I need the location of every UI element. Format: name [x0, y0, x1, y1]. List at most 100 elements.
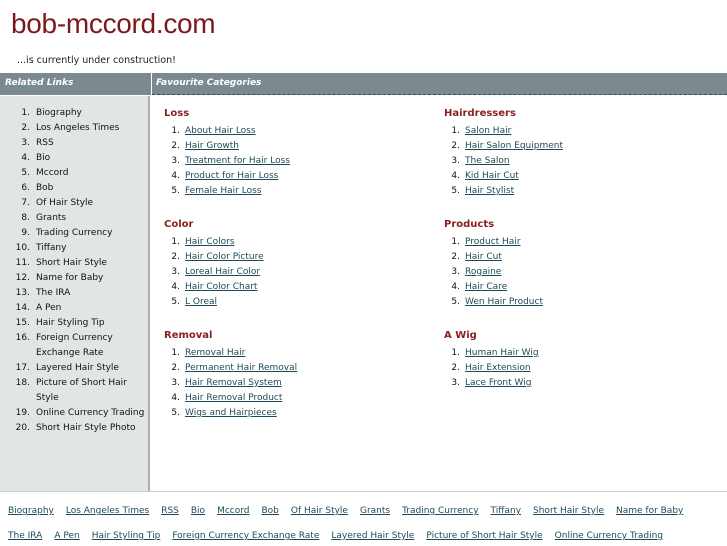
- footer-link[interactable]: A Pen: [54, 526, 79, 546]
- sidebar-item-label[interactable]: Online Currency Trading: [36, 408, 144, 418]
- sidebar-item[interactable]: 15. Hair Styling Tip: [0, 316, 148, 331]
- footer: Biography Los Angeles Times RSS Bio Mccord Bo…: [0, 491, 727, 546]
- category-link[interactable]: Hair Stylist: [465, 186, 514, 196]
- sidebar-item-label[interactable]: Grants: [36, 213, 66, 223]
- category-link[interactable]: Wen Hair Product: [465, 297, 543, 307]
- footer-link[interactable]: Of Hair Style: [291, 501, 348, 522]
- footer-link[interactable]: RSS: [161, 501, 179, 522]
- category-link[interactable]: Kid Hair Cut: [465, 171, 519, 181]
- sidebar-item-label[interactable]: Bio: [36, 153, 50, 163]
- sidebar-item[interactable]: 9. Trading Currency: [0, 226, 148, 241]
- footer-link[interactable]: Mccord: [217, 501, 249, 522]
- sidebar-item-label[interactable]: Hair Styling Tip: [36, 318, 105, 328]
- sidebar-item-label[interactable]: A Pen: [36, 303, 61, 313]
- category-link[interactable]: Wigs and Hairpieces: [185, 408, 277, 418]
- footer-link[interactable]: Short Hair Style: [533, 501, 604, 522]
- footer-link[interactable]: Name for Baby: [616, 501, 683, 522]
- sidebar-item-label[interactable]: RSS: [36, 138, 54, 148]
- category-link[interactable]: About Hair Loss: [185, 126, 256, 136]
- sidebar-item-label[interactable]: Tiffany: [36, 243, 66, 253]
- item-number: 3.: [171, 378, 180, 388]
- sidebar-item[interactable]: 8. Grants: [0, 211, 148, 226]
- sidebar-item-label[interactable]: Trading Currency: [36, 228, 112, 238]
- sidebar-item[interactable]: 20. Short Hair Style Photo: [0, 421, 148, 436]
- category-link-item: 2. Hair Growth: [164, 139, 434, 154]
- footer-link[interactable]: Biography: [8, 501, 54, 522]
- category-link[interactable]: Hair Colors: [185, 237, 235, 247]
- sidebar-item-label[interactable]: Of Hair Style: [36, 198, 93, 208]
- sidebar-item[interactable]: 14. A Pen: [0, 301, 148, 316]
- category-link[interactable]: The Salon: [465, 156, 510, 166]
- sidebar-item[interactable]: 13. The IRA: [0, 286, 148, 301]
- category-link[interactable]: L Oreal: [185, 297, 217, 307]
- sidebar-item[interactable]: 3. RSS: [0, 136, 148, 151]
- sidebar-item[interactable]: 17. Layered Hair Style: [0, 361, 148, 376]
- item-number: 17.: [15, 363, 30, 373]
- category-link[interactable]: Salon Hair: [465, 126, 511, 136]
- footer-link[interactable]: Online Currency Trading: [555, 526, 663, 546]
- footer-link[interactable]: Bio: [191, 501, 205, 522]
- category-link[interactable]: Product Hair: [465, 237, 521, 247]
- sidebar-item[interactable]: 7. Of Hair Style: [0, 196, 148, 211]
- sidebar-item-label[interactable]: Foreign Currency Exchange Rate: [36, 333, 113, 358]
- sidebar-item[interactable]: 2. Los Angeles Times: [0, 121, 148, 136]
- category-link[interactable]: Hair Cut: [465, 252, 502, 262]
- sidebar-item[interactable]: 5. Mccord: [0, 166, 148, 181]
- footer-link[interactable]: Layered Hair Style: [331, 526, 414, 546]
- category-link[interactable]: Hair Salon Equipment: [465, 141, 563, 151]
- sidebar-item[interactable]: 16. Foreign Currency Exchange Rate: [0, 331, 148, 361]
- category-link[interactable]: Hair Care: [465, 282, 507, 292]
- sidebar-item-label[interactable]: Short Hair Style: [36, 258, 107, 268]
- sidebar-item-label[interactable]: Layered Hair Style: [36, 363, 119, 373]
- sidebar-item-label[interactable]: Los Angeles Times: [36, 123, 119, 133]
- footer-link[interactable]: Foreign Currency Exchange Rate: [172, 526, 319, 546]
- footer-link[interactable]: The IRA: [8, 526, 42, 546]
- sidebar-item-label[interactable]: Biography: [36, 108, 82, 118]
- category-link[interactable]: Lace Front Wig: [465, 378, 531, 388]
- category-link[interactable]: Loreal Hair Color: [185, 267, 260, 277]
- category-link[interactable]: Treatment for Hair Loss: [185, 156, 290, 166]
- category-link[interactable]: Hair Removal Product: [185, 393, 282, 403]
- sidebar-item-label[interactable]: Mccord: [36, 168, 68, 178]
- category-link[interactable]: Product for Hair Loss: [185, 171, 278, 181]
- sidebar-item[interactable]: 10. Tiffany: [0, 241, 148, 256]
- item-number: 3.: [171, 156, 180, 166]
- category-link[interactable]: Hair Color Chart: [185, 282, 257, 292]
- item-number: 9.: [21, 228, 30, 238]
- sidebar-item[interactable]: 12. Name for Baby: [0, 271, 148, 286]
- footer-link[interactable]: Los Angeles Times: [66, 501, 149, 522]
- sidebar-item[interactable]: 4. Bio: [0, 151, 148, 166]
- sidebar-item[interactable]: 18. Picture of Short Hair Style: [0, 376, 148, 406]
- footer-link[interactable]: Trading Currency: [402, 501, 478, 522]
- sidebar-item[interactable]: 6. Bob: [0, 181, 148, 196]
- sidebar-item[interactable]: 19. Online Currency Trading: [0, 406, 148, 421]
- category-link[interactable]: Human Hair Wig: [465, 348, 539, 358]
- category-link[interactable]: Female Hair Loss: [185, 186, 262, 196]
- category-link[interactable]: Hair Removal System: [185, 378, 282, 388]
- category-link[interactable]: Removal Hair: [185, 348, 245, 358]
- footer-link[interactable]: Grants: [360, 501, 390, 522]
- sidebar-item-label[interactable]: Name for Baby: [36, 273, 103, 283]
- category-link[interactable]: Hair Extension: [465, 363, 531, 373]
- category-link[interactable]: Hair Color Picture: [185, 252, 264, 262]
- footer-link[interactable]: Bob: [262, 501, 279, 522]
- footer-link[interactable]: Hair Styling Tip: [92, 526, 161, 546]
- sidebar-item[interactable]: 11. Short Hair Style: [0, 256, 148, 271]
- main-content: Loss 1. About Hair Loss 2. Hair Growth 3. Tre…: [152, 96, 727, 491]
- sidebar-item-label[interactable]: The IRA: [36, 288, 70, 298]
- category-link[interactable]: Hair Growth: [185, 141, 239, 151]
- sidebar-item-label[interactable]: Picture of Short Hair Style: [36, 378, 127, 403]
- footer-link[interactable]: Picture of Short Hair Style: [426, 526, 542, 546]
- site-title[interactable]: bob-mccord.com: [11, 8, 216, 40]
- item-number: 4.: [451, 282, 460, 292]
- category-link-item: 1. Salon Hair: [444, 124, 714, 139]
- sidebar-item-label[interactable]: Bob: [36, 183, 53, 193]
- sidebar-item-label[interactable]: Short Hair Style Photo: [36, 423, 136, 433]
- item-number: 3.: [21, 138, 30, 148]
- item-number: 5.: [451, 186, 460, 196]
- category-color: Color 1. Hair Colors 2. Hair Color Picture 3…: [164, 219, 434, 310]
- category-link[interactable]: Rogaine: [465, 267, 501, 277]
- footer-link[interactable]: Tiffany: [491, 501, 521, 522]
- sidebar-item[interactable]: 1. Biography: [0, 106, 148, 121]
- category-link[interactable]: Permanent Hair Removal: [185, 363, 297, 373]
